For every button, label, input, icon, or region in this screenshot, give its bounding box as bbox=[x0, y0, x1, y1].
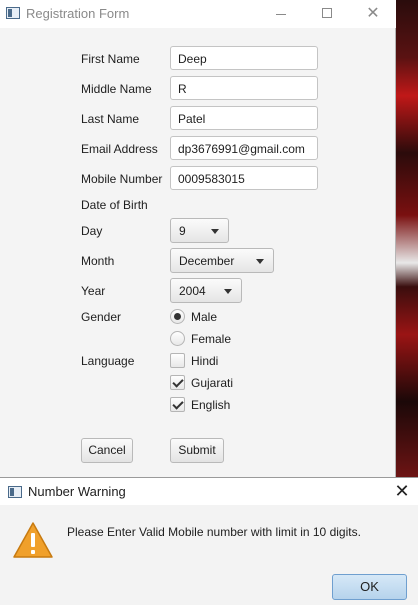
window-titlebar: Registration Form ✕ bbox=[0, 0, 396, 28]
language-gujarati-checkbox[interactable] bbox=[170, 375, 185, 390]
language-hindi-label: Hindi bbox=[191, 354, 219, 368]
app-icon bbox=[6, 7, 20, 19]
last-name-input[interactable]: Patel bbox=[170, 106, 318, 130]
chevron-down-icon bbox=[256, 259, 264, 264]
maximize-button[interactable] bbox=[304, 0, 350, 28]
window-title: Registration Form bbox=[26, 6, 130, 21]
email-input[interactable]: dp3676991@gmail.com bbox=[170, 136, 318, 160]
middle-name-input[interactable]: R bbox=[170, 76, 318, 100]
dob-label: Date of Birth bbox=[81, 198, 148, 212]
chevron-down-icon bbox=[211, 229, 219, 234]
last-name-label: Last Name bbox=[81, 112, 140, 126]
month-value: December bbox=[179, 254, 235, 268]
gender-male-label: Male bbox=[191, 310, 218, 324]
registration-window: Registration Form ✕ First Name Deep Midd… bbox=[0, 0, 396, 478]
day-label: Day bbox=[81, 224, 103, 238]
minimize-button[interactable] bbox=[258, 0, 304, 28]
gender-female-label: Female bbox=[191, 332, 232, 346]
gender-male-radio[interactable] bbox=[170, 309, 185, 324]
gender-label: Gender bbox=[81, 310, 122, 324]
close-button[interactable]: ✕ bbox=[350, 0, 396, 28]
month-select[interactable]: December bbox=[170, 248, 274, 273]
year-label: Year bbox=[81, 284, 106, 298]
ok-button[interactable]: OK bbox=[332, 574, 407, 600]
desktop-background bbox=[396, 0, 418, 478]
close-icon: ✕ bbox=[366, 5, 380, 22]
app-icon bbox=[8, 486, 22, 498]
first-name-label: First Name bbox=[81, 52, 140, 66]
language-hindi-checkbox[interactable] bbox=[170, 353, 185, 368]
close-icon: ✕ bbox=[394, 481, 410, 501]
mobile-label: Mobile Number bbox=[81, 172, 163, 186]
middle-name-label: Middle Name bbox=[81, 82, 152, 96]
dialog-title: Number Warning bbox=[28, 484, 126, 499]
dialog-titlebar: Number Warning ✕ bbox=[0, 478, 418, 505]
email-label: Email Address bbox=[81, 142, 158, 156]
mobile-input[interactable]: 0009583015 bbox=[170, 166, 318, 190]
dialog-message: Please Enter Valid Mobile number with li… bbox=[67, 525, 361, 539]
warning-icon bbox=[13, 522, 53, 558]
day-value: 9 bbox=[179, 224, 186, 238]
month-label: Month bbox=[81, 254, 115, 268]
dialog-close-button[interactable]: ✕ bbox=[388, 480, 416, 504]
maximize-icon bbox=[322, 8, 332, 18]
warning-dialog: Number Warning ✕ Please Enter Valid Mobi… bbox=[0, 477, 418, 605]
gender-female-radio[interactable] bbox=[170, 331, 185, 346]
year-value: 2004 bbox=[179, 284, 206, 298]
day-select[interactable]: 9 bbox=[170, 218, 229, 243]
language-gujarati-label: Gujarati bbox=[191, 376, 234, 390]
language-label: Language bbox=[81, 354, 135, 368]
submit-button[interactable]: Submit bbox=[170, 438, 224, 463]
year-select[interactable]: 2004 bbox=[170, 278, 242, 303]
language-english-checkbox[interactable] bbox=[170, 397, 185, 412]
cancel-button[interactable]: Cancel bbox=[81, 438, 133, 463]
first-name-input[interactable]: Deep bbox=[170, 46, 318, 70]
language-english-label: English bbox=[191, 398, 231, 412]
minimize-icon bbox=[276, 14, 286, 15]
chevron-down-icon bbox=[224, 289, 232, 294]
